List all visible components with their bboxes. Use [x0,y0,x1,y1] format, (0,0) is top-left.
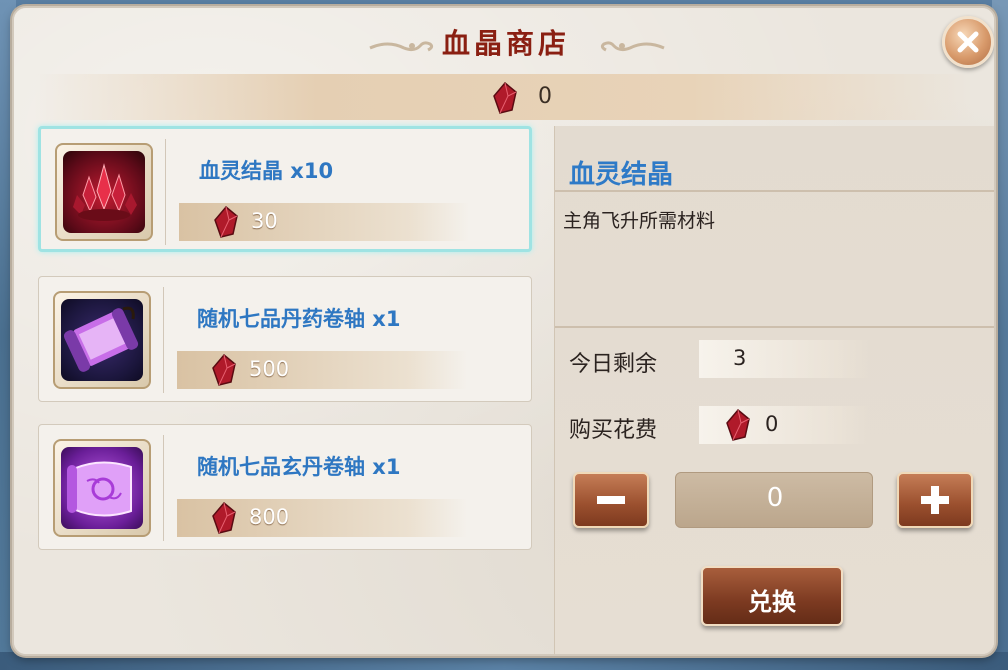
detail-divider [555,326,994,328]
item-name: 血灵结晶 x10 [199,159,334,183]
plus-icon [921,486,949,514]
mystic-scroll-icon [61,447,143,529]
item-price: 500 [249,357,290,381]
quantity-value: 0 [766,483,784,513]
item-icon-frame [53,291,151,389]
blood-gem-icon [493,82,517,114]
shop-dialog: 血晶商店 0 血灵结晶 x10 30 随机七品丹药卷轴 x1 500 随机七品玄… [12,6,996,656]
shop-item[interactable]: 随机七品丹药卷轴 x1 500 [38,276,532,402]
close-icon [957,31,979,53]
close-button[interactable] [942,16,994,68]
blood-crystal-icon [63,151,145,233]
decrease-button[interactable] [573,472,649,528]
blood-gem-icon [212,501,236,534]
remaining-box: 3 [699,340,869,378]
item-detail-panel: 血灵结晶 主角飞升所需材料 今日剩余 3 购买花费 0 0 兑换 [554,126,994,654]
currency-balance: 0 [538,84,552,109]
item-name: 随机七品丹药卷轴 x1 [197,307,401,331]
item-price: 800 [249,505,290,529]
exchange-label: 兑换 [748,588,796,616]
detail-description: 主角飞升所需材料 [563,210,716,232]
detail-title: 血灵结晶 [569,160,674,190]
item-name: 随机七品玄丹卷轴 x1 [197,455,401,479]
shop-item[interactable]: 随机七品玄丹卷轴 x1 800 [38,424,532,550]
minus-icon [597,496,625,504]
title-bar: 血晶商店 [14,18,994,68]
pill-scroll-icon [61,299,143,381]
cost-box: 0 [699,406,869,444]
remaining-value: 3 [733,346,747,370]
remaining-label: 今日剩余 [569,352,658,377]
shop-item[interactable]: 血灵结晶 x10 30 [38,126,532,252]
blood-gem-icon [214,205,238,238]
detail-divider [555,190,994,192]
cost-label: 购买花费 [569,418,658,443]
item-price: 30 [251,209,278,233]
currency-bar: 0 [34,74,974,120]
quantity-field[interactable]: 0 [675,472,873,528]
blood-gem-icon [726,408,750,441]
shop-title: 血晶商店 [441,27,570,60]
item-price-bar: 800 [177,499,467,537]
title-ornament-right [600,41,665,52]
item-price-bar: 500 [177,351,467,389]
item-divider [163,435,164,541]
item-icon-frame [55,143,153,241]
item-divider [163,287,164,393]
item-divider [165,139,166,245]
item-price-bar: 30 [179,203,469,241]
blood-gem-icon [212,353,236,386]
increase-button[interactable] [897,472,973,528]
cost-value: 0 [765,412,779,436]
item-icon-frame [53,439,151,537]
exchange-button[interactable]: 兑换 [701,566,843,626]
